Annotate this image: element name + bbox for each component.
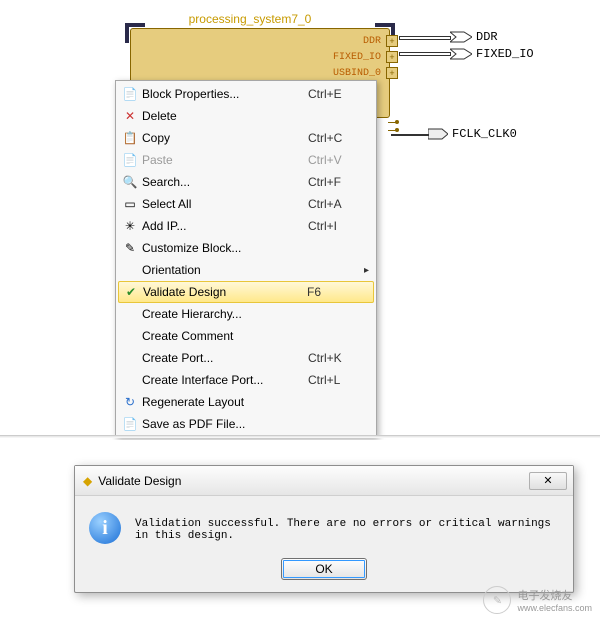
menu-item-shortcut: Ctrl+I	[308, 219, 364, 233]
watermark-text: 电子发烧友	[517, 587, 592, 603]
menu-item-label: Paste	[142, 153, 308, 167]
menu-item-shortcut: Ctrl+L	[308, 373, 364, 387]
menu-item-label: Create Hierarchy...	[142, 307, 308, 321]
menu-item-shortcut: Ctrl+V	[308, 153, 364, 167]
port-label-usbind: USBIND_0	[333, 68, 381, 79]
info-icon: i	[89, 512, 121, 544]
dialog-close-button[interactable]: ✕	[529, 472, 567, 490]
select-all-icon: ▭	[122, 196, 138, 212]
validate-icon: ✔	[123, 284, 139, 300]
port-plus-ddr[interactable]: +	[386, 35, 398, 47]
ext-port-fclk-label: FCLK_CLK0	[452, 127, 517, 141]
menu-icon-blank	[122, 372, 138, 388]
menu-item-label: Customize Block...	[142, 241, 308, 255]
menu-item-label: Create Port...	[142, 351, 308, 365]
menu-item-label: Copy	[142, 131, 308, 145]
menu-item-shortcut: Ctrl+K	[308, 351, 364, 365]
validate-design-dialog: ◆ Validate Design ✕ i Validation success…	[74, 465, 574, 593]
menu-item-label: Add IP...	[142, 219, 308, 233]
dialog-title-text: Validate Design	[98, 474, 181, 488]
watermark: ✎ 电子发烧友 www.elecfans.com	[483, 586, 592, 614]
selection-corner-tl	[125, 23, 145, 43]
menu-item-label: Orientation	[142, 263, 308, 277]
menu-item-label: Search...	[142, 175, 308, 189]
add-ip-icon: ✳	[122, 218, 138, 234]
menu-item-paste: 📄 PasteCtrl+V	[118, 149, 374, 171]
menu-item-create-interface-port[interactable]: Create Interface Port...Ctrl+L	[118, 369, 374, 391]
dialog-message: Validation successful. There are no erro…	[135, 512, 559, 542]
customize-icon: ✎	[122, 240, 138, 256]
block-title: processing_system7_0	[110, 12, 390, 26]
ext-port-ddr-label: DDR	[476, 30, 498, 44]
menu-item-label: Create Interface Port...	[142, 373, 308, 387]
menu-item-regenerate-layout[interactable]: ↻ Regenerate Layout	[118, 391, 374, 413]
menu-icon-blank	[122, 350, 138, 366]
port-pin-r-0[interactable]	[388, 122, 396, 123]
menu-icon-blank	[122, 262, 138, 278]
port-pin-r-1[interactable]	[388, 130, 396, 131]
ext-port-fixedio[interactable]: FIXED_IO	[450, 46, 534, 62]
canvas-divider	[0, 435, 600, 438]
menu-icon-blank	[122, 328, 138, 344]
menu-item-shortcut: Ctrl+C	[308, 131, 364, 145]
ok-button[interactable]: OK	[281, 558, 367, 580]
menu-item-label: Create Comment	[142, 329, 308, 343]
menu-item-create-hierarchy[interactable]: Create Hierarchy...	[118, 303, 374, 325]
port-plus-fixedio[interactable]: +	[386, 51, 398, 63]
ext-port-fixedio-label: FIXED_IO	[476, 47, 534, 61]
menu-item-label: Delete	[142, 109, 308, 123]
wire-ddr	[399, 36, 451, 40]
menu-item-shortcut: Ctrl+E	[308, 87, 364, 101]
pdf-icon: 📄	[122, 416, 138, 432]
paste-icon: 📄	[122, 152, 138, 168]
context-menu: 📄Block Properties...Ctrl+E✕Delete📋CopyCt…	[115, 80, 377, 438]
regen-icon: ↻	[122, 394, 138, 410]
copy-icon: 📋	[122, 130, 138, 146]
wire-fclk	[391, 134, 429, 136]
menu-item-block-properties[interactable]: 📄 Block Properties...Ctrl+E	[118, 83, 374, 105]
delete-icon: ✕	[122, 108, 138, 124]
menu-item-label: Select All	[142, 197, 308, 211]
watermark-url: www.elecfans.com	[517, 603, 592, 613]
wire-fixedio	[399, 52, 451, 56]
ok-button-label: OK	[315, 562, 332, 576]
menu-item-customize-block[interactable]: ✎ Customize Block...	[118, 237, 374, 259]
menu-item-label: Validate Design	[143, 285, 307, 299]
menu-item-delete[interactable]: ✕ Delete	[118, 105, 374, 127]
menu-item-select-all[interactable]: ▭ Select AllCtrl+A	[118, 193, 374, 215]
menu-item-create-comment[interactable]: Create Comment	[118, 325, 374, 347]
port-label-ddr: DDR	[363, 36, 381, 47]
watermark-icon: ✎	[483, 586, 511, 614]
menu-item-search[interactable]: 🔍 Search...Ctrl+F	[118, 171, 374, 193]
search-icon: 🔍	[122, 174, 138, 190]
menu-item-label: Regenerate Layout	[142, 395, 308, 409]
menu-item-orientation[interactable]: Orientation ▸	[118, 259, 374, 281]
port-label-fixedio: FIXED_IO	[333, 52, 381, 63]
menu-item-save-as-pdf-file[interactable]: 📄 Save as PDF File...	[118, 413, 374, 435]
design-canvas[interactable]: processing_system7_0 DDR + FIXED_IO + US…	[0, 0, 600, 440]
props-icon: 📄	[122, 86, 138, 102]
submenu-arrow-icon: ▸	[364, 265, 374, 276]
close-icon: ✕	[543, 475, 552, 487]
menu-icon-blank	[122, 306, 138, 322]
dialog-titlebar[interactable]: ◆ Validate Design ✕	[75, 466, 573, 496]
menu-item-validate-design[interactable]: ✔ Validate DesignF6	[118, 281, 374, 303]
dialog-title-icon: ◆	[83, 474, 92, 488]
menu-item-shortcut: Ctrl+A	[308, 197, 364, 211]
menu-item-label: Save as PDF File...	[142, 417, 308, 431]
ext-port-fclk[interactable]: FCLK_CLK0	[428, 127, 517, 141]
menu-item-copy[interactable]: 📋 CopyCtrl+C	[118, 127, 374, 149]
ext-port-ddr[interactable]: DDR	[450, 29, 498, 45]
menu-item-create-port[interactable]: Create Port...Ctrl+K	[118, 347, 374, 369]
port-plus-usbind[interactable]: +	[386, 67, 398, 79]
menu-item-shortcut: F6	[307, 285, 363, 299]
menu-item-shortcut: Ctrl+F	[308, 175, 364, 189]
menu-item-add-ip[interactable]: ✳ Add IP...Ctrl+I	[118, 215, 374, 237]
menu-item-label: Block Properties...	[142, 87, 308, 101]
